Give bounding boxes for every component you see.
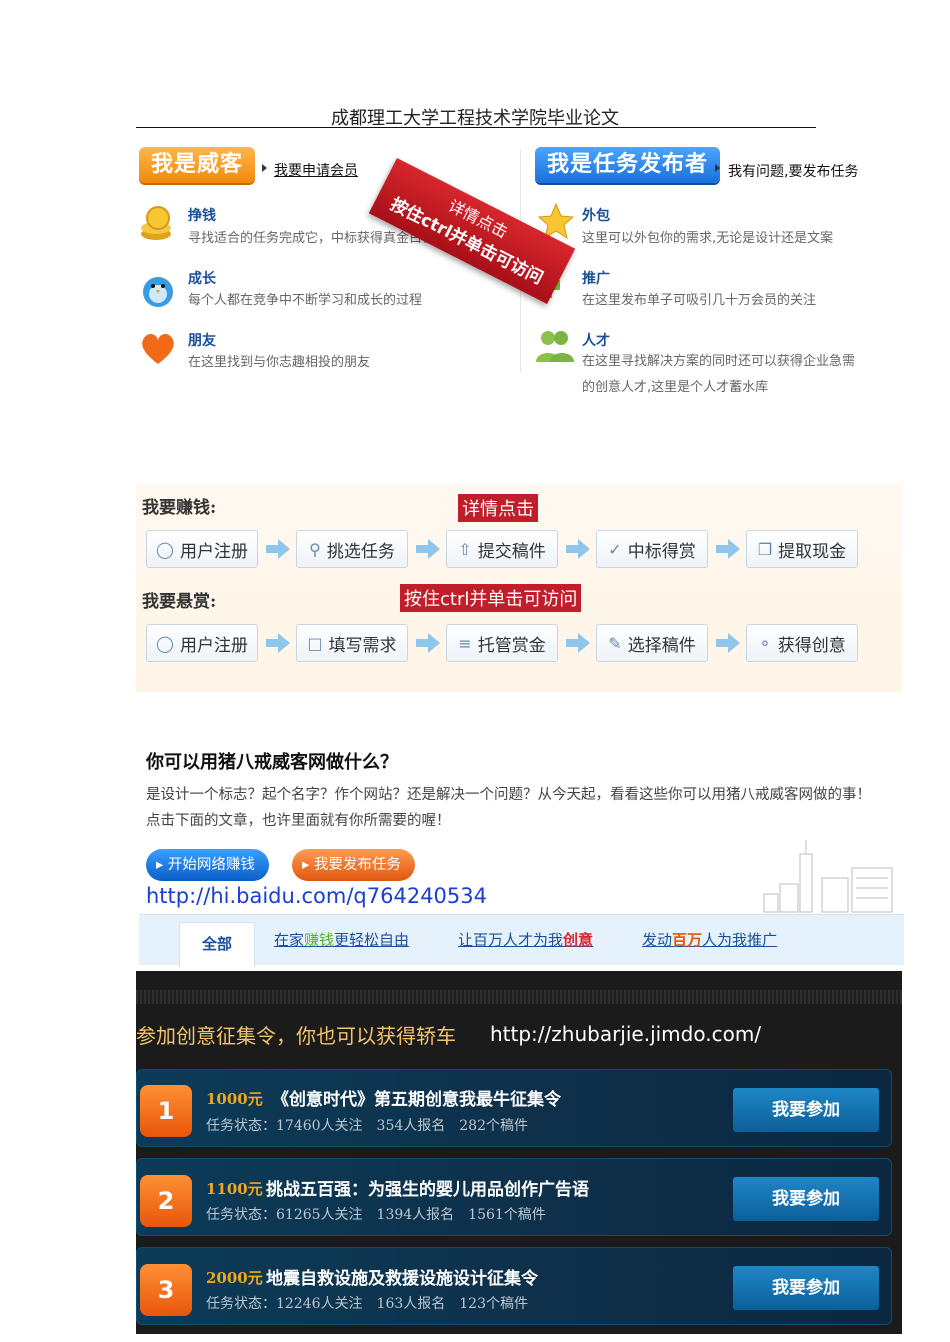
heart-icon: [142, 334, 174, 364]
decorative-stripe: [136, 990, 902, 1004]
contest-prize: 2000元: [206, 1269, 263, 1287]
arrow-icon: [566, 539, 590, 559]
item-desc-talent-2: 的创意人才,这里是个人才蓄水库: [582, 380, 769, 395]
search-icon: ⚲: [309, 539, 321, 559]
item-desc-friend: 在这里找到与你志趣相投的朋友: [188, 355, 371, 370]
join-button[interactable]: 我要参加: [733, 1266, 879, 1310]
earn-heading: 我要赚钱:: [142, 498, 217, 518]
tab-home-earn[interactable]: 在家赚钱更轻松自由: [274, 929, 409, 950]
earn-step-withdraw[interactable]: ❐ 提取现金: [746, 530, 858, 568]
share-icon: ⚬: [758, 633, 772, 653]
jimdo-url-link[interactable]: http://zhubarjie.jimdo.com/: [490, 1022, 761, 1046]
tab-promote[interactable]: 发动百万人为我推广: [642, 929, 777, 950]
arrow-icon: [266, 633, 290, 653]
cart-icon: ≡: [458, 633, 472, 653]
city-skyline-illustration: [763, 840, 893, 913]
item-title-promote: 推广: [582, 271, 610, 287]
baidu-url-link[interactable]: http://hi.baidu.com/q764240534: [146, 884, 487, 908]
arrow-icon: [416, 539, 440, 559]
reward-heading: 我要悬赏:: [142, 592, 217, 612]
contest-banner: 参加创意征集令，你也可以获得轿车: [136, 1024, 456, 1048]
post-task-link[interactable]: 我有问题,要发布任务: [728, 161, 858, 181]
item-title-earn: 挣钱: [188, 208, 216, 224]
item-desc-talent: 在这里寻找解决方案的同时还可以获得企业急需: [582, 354, 856, 369]
intro-desc: 是设计一个标志？起个名字？作个网站？还是解决一个问题？从今天起，看看这些你可以用…: [146, 787, 871, 829]
contest-status: 任务状态：12246人关注 163人报名 123个稿件: [206, 1296, 528, 1312]
witkey-badge: 我是威客: [139, 147, 256, 183]
item-title-outsource: 外包: [582, 208, 610, 224]
arrow-icon: [716, 539, 740, 559]
item-desc-earn: 寻找适合的任务完成它，中标获得真金白银: [188, 231, 436, 246]
select-icon: ✎: [608, 633, 622, 653]
arrow-icon: [716, 633, 740, 653]
earn-step-win[interactable]: ✓ 中标得赏: [596, 530, 708, 568]
arrow-icon: [566, 633, 590, 653]
play-icon: ▸: [156, 857, 168, 873]
people-icon: [536, 331, 574, 362]
earn-step-choose[interactable]: ⚲ 挑选任务: [296, 530, 408, 568]
bird-icon: [143, 277, 173, 307]
document-icon: □: [307, 633, 323, 653]
apply-member-link[interactable]: 我要申请会员: [274, 160, 358, 180]
post-task-button[interactable]: ▸ 我要发布任务: [292, 849, 415, 881]
rank-badge: 1: [140, 1085, 192, 1137]
coins-icon: [141, 206, 171, 240]
intro-title: 你可以用猪八戒威客网做什么？: [146, 752, 398, 773]
item-desc-outsource: 这里可以外包你的需求,无论是设计还是文案: [582, 231, 834, 246]
upload-icon: ⇧: [458, 539, 472, 559]
earn-step-register[interactable]: ◯ 用户注册: [146, 530, 258, 568]
cash-icon: ❐: [757, 539, 773, 559]
contest-prize: 1000元: [206, 1090, 263, 1108]
item-desc-grow: 每个人都在竞争中不断学习和成长的过程: [188, 293, 423, 308]
tab-all[interactable]: 全部: [179, 922, 255, 967]
rank-badge: 2: [140, 1175, 192, 1227]
header-rule: [136, 127, 816, 128]
reward-step-select[interactable]: ✎ 选择稿件: [596, 624, 708, 662]
item-desc-promote: 在这里发布单子可吸引几十万会员的关注: [582, 293, 817, 308]
user-icon: ◯: [156, 539, 174, 559]
reward-step-obtain[interactable]: ⚬ 获得创意: [746, 624, 858, 662]
contest-title[interactable]: 地震自救设施及救援设施设计征集令: [266, 1264, 538, 1289]
reward-step-register[interactable]: ◯ 用户注册: [146, 624, 258, 662]
contest-title[interactable]: 《创意时代》第五期创意我最牛征集令: [272, 1085, 561, 1110]
play-icon: ▸: [302, 857, 314, 873]
ctrl-label[interactable]: 按住ctrl并单击可访问: [400, 584, 582, 612]
contest-title[interactable]: 挑战五百强：为强生的婴儿用品创作广告语: [266, 1175, 589, 1200]
contest-status: 任务状态：61265人关注 1394人报名 1561个稿件: [206, 1207, 546, 1223]
start-earning-button[interactable]: ▸ 开始网络赚钱: [146, 849, 269, 881]
arrow-icon: [416, 633, 440, 653]
user-icon: ◯: [156, 633, 174, 653]
detail-label[interactable]: 详情点击: [458, 494, 538, 522]
tab-creative[interactable]: 让百万人才为我创意: [458, 929, 593, 950]
check-icon: ✓: [608, 539, 622, 559]
join-button[interactable]: 我要参加: [733, 1088, 879, 1132]
reward-step-fill[interactable]: □ 填写需求: [296, 624, 408, 662]
earn-step-submit[interactable]: ⇧ 提交稿件: [446, 530, 558, 568]
rank-badge: 3: [140, 1264, 192, 1316]
triangle-icon: [262, 164, 267, 172]
arrow-icon: [266, 539, 290, 559]
publisher-badge: 我是任务发布者: [535, 147, 721, 183]
contest-status: 任务状态：17460人关注 354人报名 282个稿件: [206, 1118, 528, 1134]
triangle-icon: [715, 164, 720, 172]
item-title-grow: 成长: [188, 271, 216, 287]
contest-prize: 1100元: [206, 1180, 263, 1198]
reward-step-escrow[interactable]: ≡ 托管赏金: [446, 624, 558, 662]
join-button[interactable]: 我要参加: [733, 1177, 879, 1221]
item-title-talent: 人才: [582, 333, 610, 349]
item-title-friend: 朋友: [188, 333, 216, 349]
